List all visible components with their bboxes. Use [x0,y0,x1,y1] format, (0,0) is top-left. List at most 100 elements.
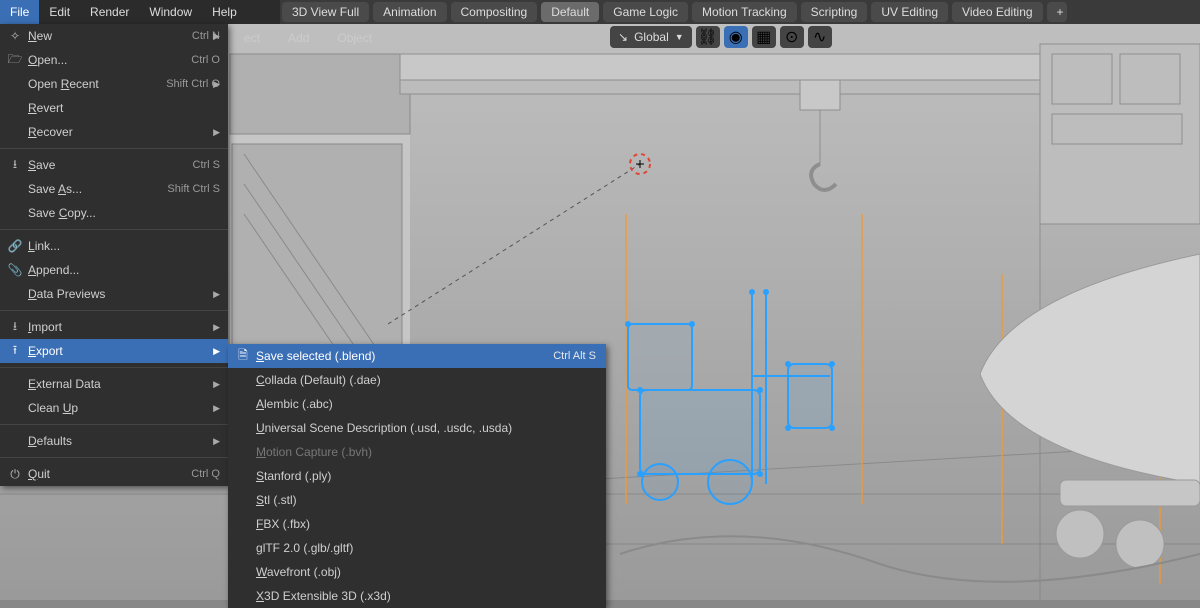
chevron-right-icon: ▶ [213,379,220,390]
export-x3d-extensible-3d-x3d[interactable]: X3D Extensible 3D (.x3d) [228,584,606,608]
layout-tab-scripting[interactable]: Scripting [801,2,868,22]
file-menu-quit[interactable]: ⏻QuitCtrl Q [0,462,228,486]
menu-item-label: Save selected (.blend) [252,349,553,363]
file-menu-new[interactable]: ✧NewCtrl N▶ [0,24,228,48]
file-menu-external-data[interactable]: External Data▶ [0,372,228,396]
menu-item-label: Recover [24,125,220,139]
layout-tab-game-logic[interactable]: Game Logic [603,2,688,22]
cursor-3d [630,154,650,174]
axes-icon: ↘ [618,30,628,44]
📎-icon: 📎 [6,263,24,277]
🗁-icon: 🗁 [6,50,24,71]
menu-file[interactable]: File [0,0,39,24]
🔗-icon: 🔗 [6,239,24,253]
layout-tab-compositing[interactable]: Compositing [451,2,538,22]
chevron-right-icon: ▶ [213,31,220,42]
file-menu-link[interactable]: 🔗Link... [0,234,228,258]
layout-tab-uv-editing[interactable]: UV Editing [871,2,948,22]
layout-tabs: 3D View FullAnimationCompositingDefaultG… [280,0,1200,24]
menu-edit[interactable]: Edit [39,0,80,24]
header-ect[interactable]: ect [236,31,268,45]
layout-tab-animation[interactable]: Animation [373,2,446,22]
menu-item-label: X3D Extensible 3D (.x3d) [252,589,596,603]
orientation-dropdown[interactable]: ↘ Global ▼ [610,26,692,48]
layout-tab-3d-view-full[interactable]: 3D View Full [282,2,369,22]
add-layout-button[interactable]: + [1047,2,1067,22]
⭳-icon: ⭳ [6,317,24,338]
file-menu-clean-up[interactable]: Clean Up▶ [0,396,228,420]
chevron-right-icon: ▶ [213,322,220,333]
file-menu-open-recent[interactable]: Open RecentShift Ctrl O▶ [0,72,228,96]
file-menu-recover[interactable]: Recover▶ [0,120,228,144]
file-menu-save[interactable]: ⭳SaveCtrl S [0,153,228,177]
file-menu-defaults[interactable]: Defaults▶ [0,429,228,453]
chevron-right-icon: ▶ [213,436,220,447]
shortcut-label: Ctrl O [191,54,220,66]
separator [0,148,228,149]
chevron-right-icon: ▶ [213,346,220,357]
curve-icon[interactable]: ∿ [808,26,832,48]
layout-tab-motion-tracking[interactable]: Motion Tracking [692,2,797,22]
export-alembic-abc[interactable]: Alembic (.abc) [228,392,606,416]
menu-item-label: Universal Scene Description (.usd, .usdc… [252,421,596,435]
layout-tab-default[interactable]: Default [541,2,599,22]
menu-help[interactable]: Help [202,0,247,24]
menu-item-label: Save Copy... [24,206,220,220]
menu-item-label: Append... [24,263,220,277]
file-menu-import[interactable]: ⭳Import▶ [0,315,228,339]
shortcut-label: Ctrl S [193,159,221,171]
chevron-right-icon: ▶ [213,127,220,138]
file-menu-revert[interactable]: Revert [0,96,228,120]
separator [0,310,228,311]
file-menu-open[interactable]: 🗁Open...Ctrl O [0,48,228,72]
menu-item-label: Save As... [24,182,167,196]
⏻-icon: ⏻ [6,467,24,482]
⭱-icon: ⭱ [6,341,24,362]
separator [0,367,228,368]
shortcut-label: Ctrl Alt S [553,350,596,362]
file-menu-save-as[interactable]: Save As...Shift Ctrl S [0,177,228,201]
link-icon[interactable]: ⛓ [696,26,720,48]
export-stl-stl[interactable]: Stl (.stl) [228,488,606,512]
menu-window[interactable]: Window [139,0,202,24]
menu-item-label: FBX (.fbx) [252,517,596,531]
menu-item-label: Stl (.stl) [252,493,596,507]
menu-item-label: glTF 2.0 (.glb/.gltf) [252,541,596,555]
menu-item-label: Export [24,344,220,358]
menu-item-label: Quit [24,467,191,481]
export-fbx-fbx[interactable]: FBX (.fbx) [228,512,606,536]
file-menu-data-previews[interactable]: Data Previews▶ [0,282,228,306]
header-object[interactable]: Object [329,31,380,45]
⭳-icon: ⭳ [6,155,24,176]
separator [0,457,228,458]
export-stanford-ply[interactable]: Stanford (.ply) [228,464,606,488]
✧-icon: ✧ [6,29,24,43]
export-save-selected-blend[interactable]: 🗎Save selected (.blend)Ctrl Alt S [228,344,606,368]
menu-render[interactable]: Render [80,0,139,24]
export-wavefront-obj[interactable]: Wavefront (.obj) [228,560,606,584]
orientation-label: Global [634,30,669,44]
menu-item-label: Open... [24,53,191,67]
file-menu-append[interactable]: 📎Append... [0,258,228,282]
chevron-right-icon: ▶ [213,403,220,414]
magnet-icon[interactable]: ⊙ [780,26,804,48]
menu-item-label: Clean Up [24,401,220,415]
menu-item-label: External Data [24,377,220,391]
separator [0,229,228,230]
header-add[interactable]: Add [280,31,317,45]
menu-item-label: Collada (Default) (.dae) [252,373,596,387]
export-collada-default-dae[interactable]: Collada (Default) (.dae) [228,368,606,392]
menu-item-label: Revert [24,101,220,115]
snap-icon[interactable]: ◉ [724,26,748,48]
orientation-controls: ↘ Global ▼ ⛓ ◉ ▦ ⊙ ∿ [610,26,832,48]
file-menu-save-copy[interactable]: Save Copy... [0,201,228,225]
export-gltf-2-0-glb-gltf[interactable]: glTF 2.0 (.glb/.gltf) [228,536,606,560]
grid-icon[interactable]: ▦ [752,26,776,48]
export-universal-scene-description-usd-usdc-usda[interactable]: Universal Scene Description (.usd, .usdc… [228,416,606,440]
menu-item-label: Data Previews [24,287,220,301]
layout-tab-video-editing[interactable]: Video Editing [952,2,1043,22]
menu-item-label: Stanford (.ply) [252,469,596,483]
🗎-icon: 🗎 [234,346,252,367]
shortcut-label: Shift Ctrl O [166,78,220,90]
file-menu-export[interactable]: ⭱Export▶ [0,339,228,363]
